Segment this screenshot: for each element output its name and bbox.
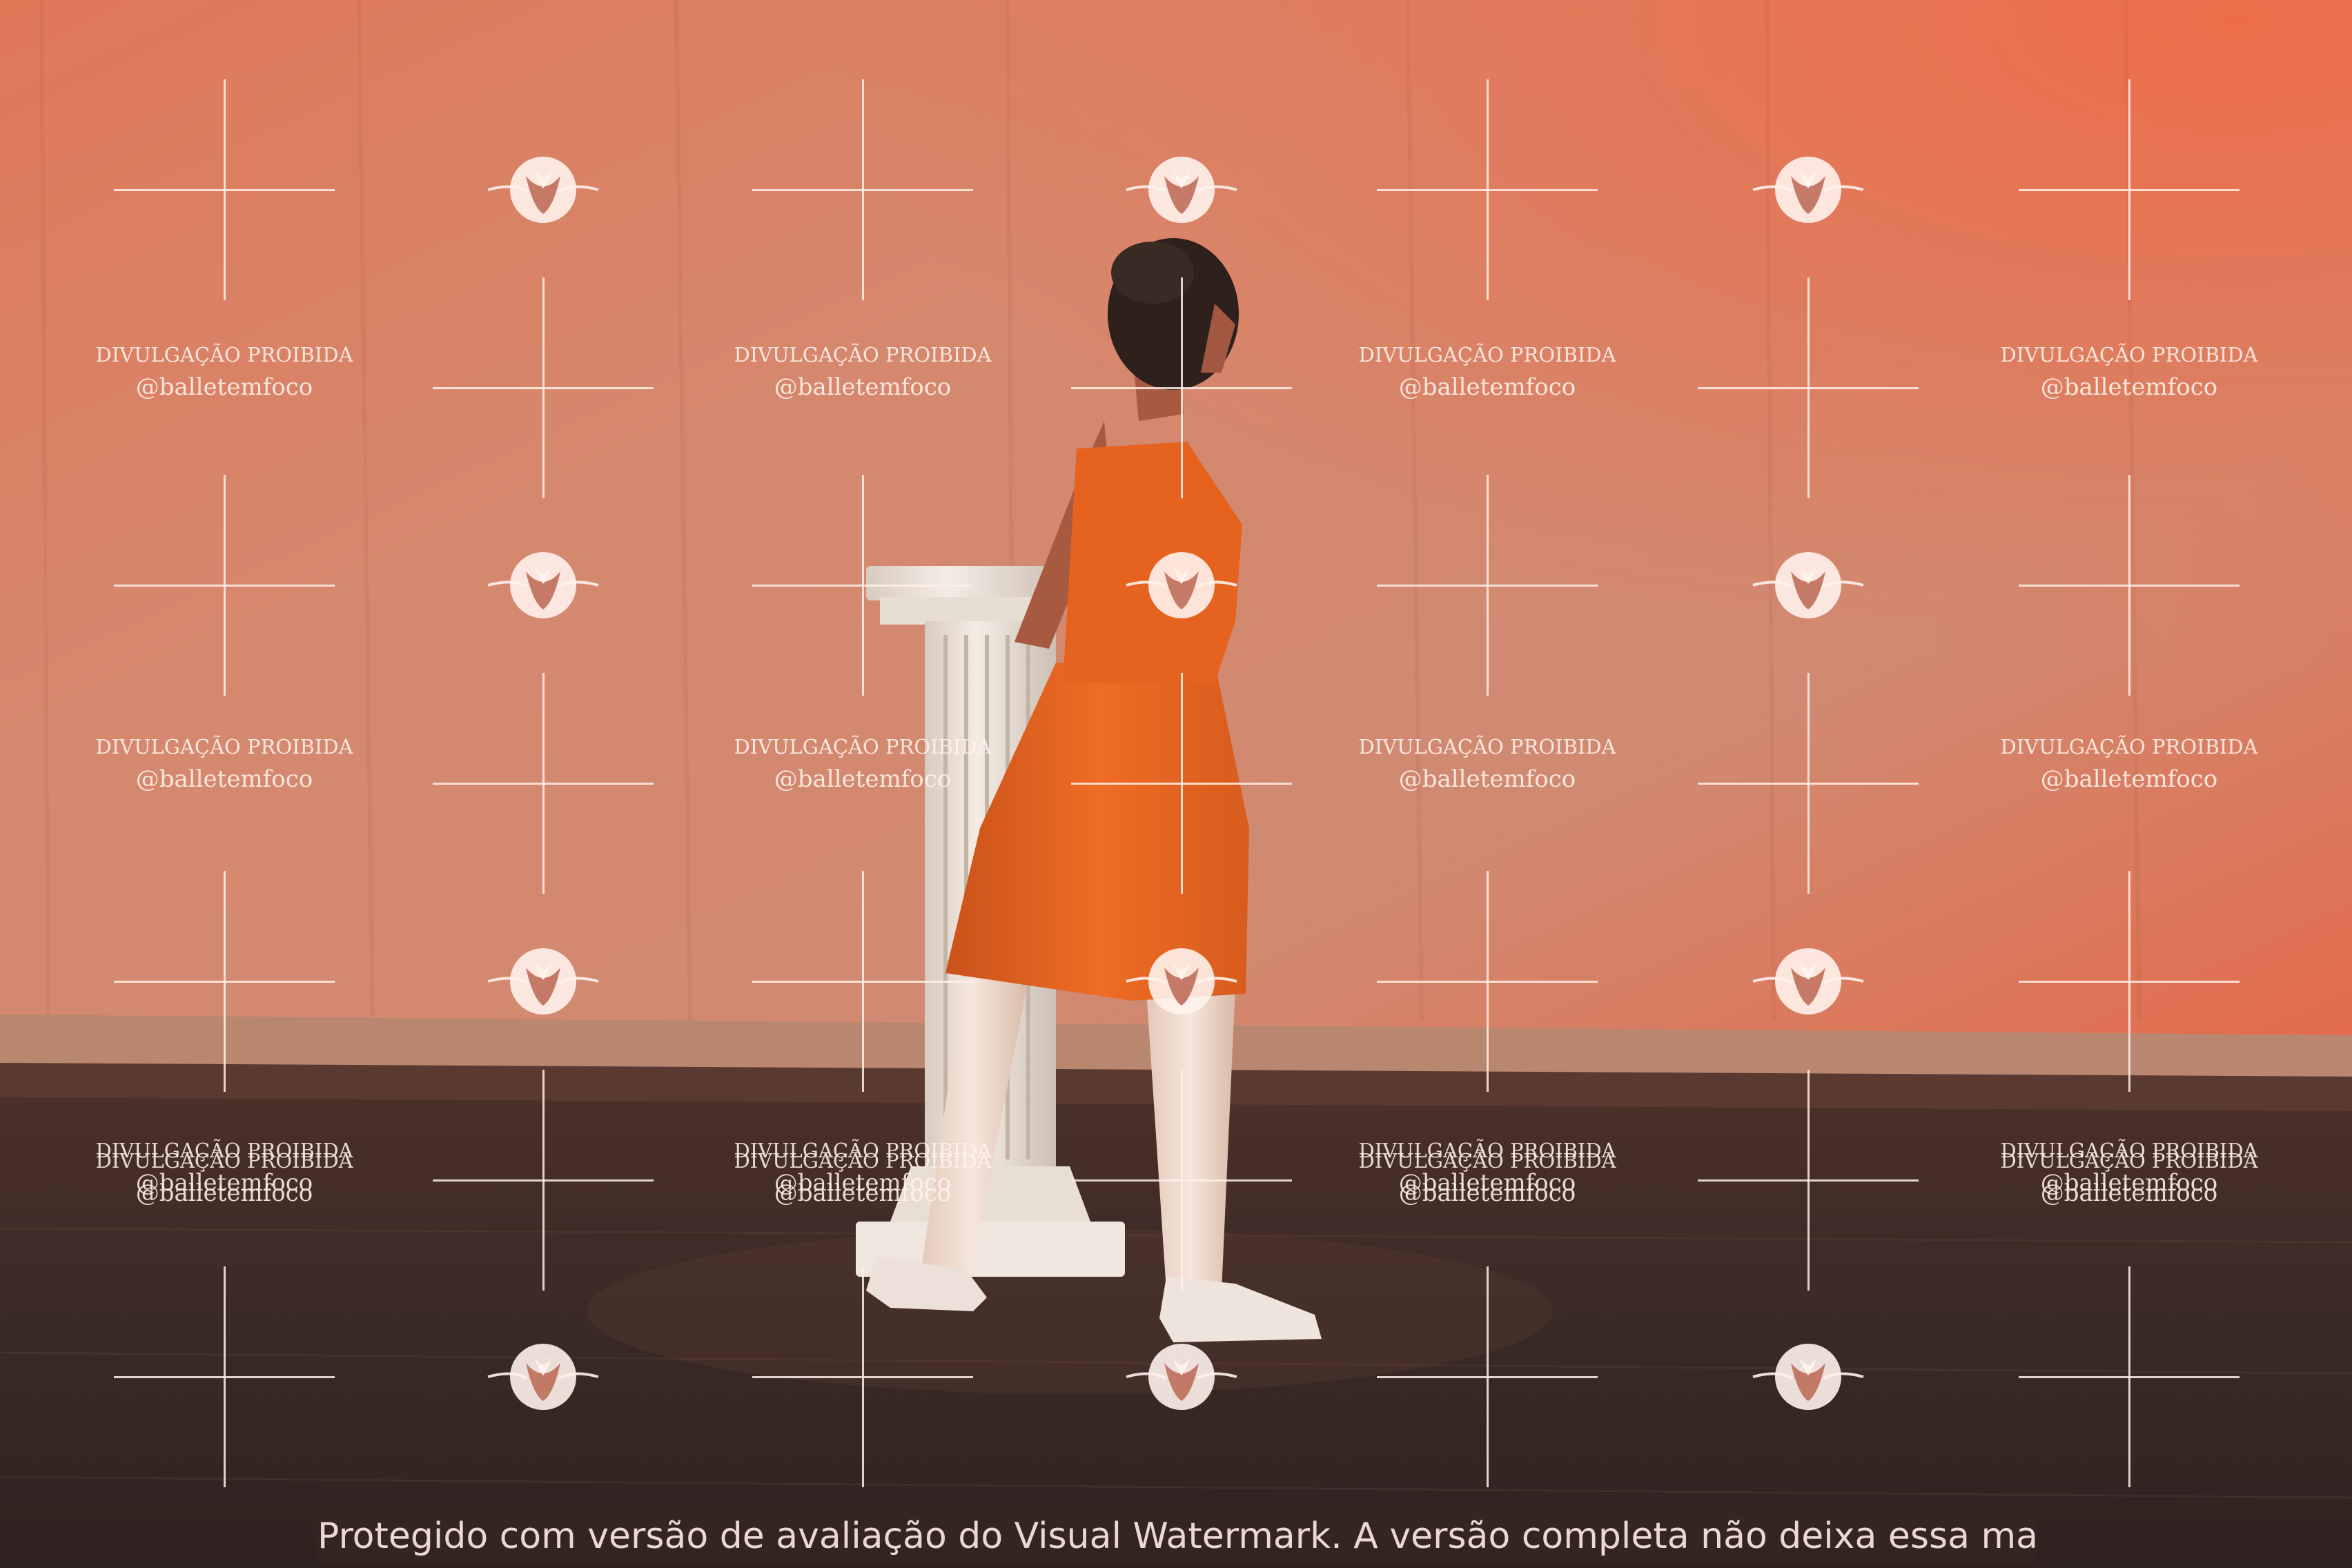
stage-photo <box>0 0 2352 1568</box>
evaluation-banner: Protegido com versão de avaliação do Vis… <box>317 1509 2036 1564</box>
photo-scene: DIVULGAÇÃO PROIBIDA @balletemfoco DIVULGAÇ… <box>0 0 2352 1568</box>
